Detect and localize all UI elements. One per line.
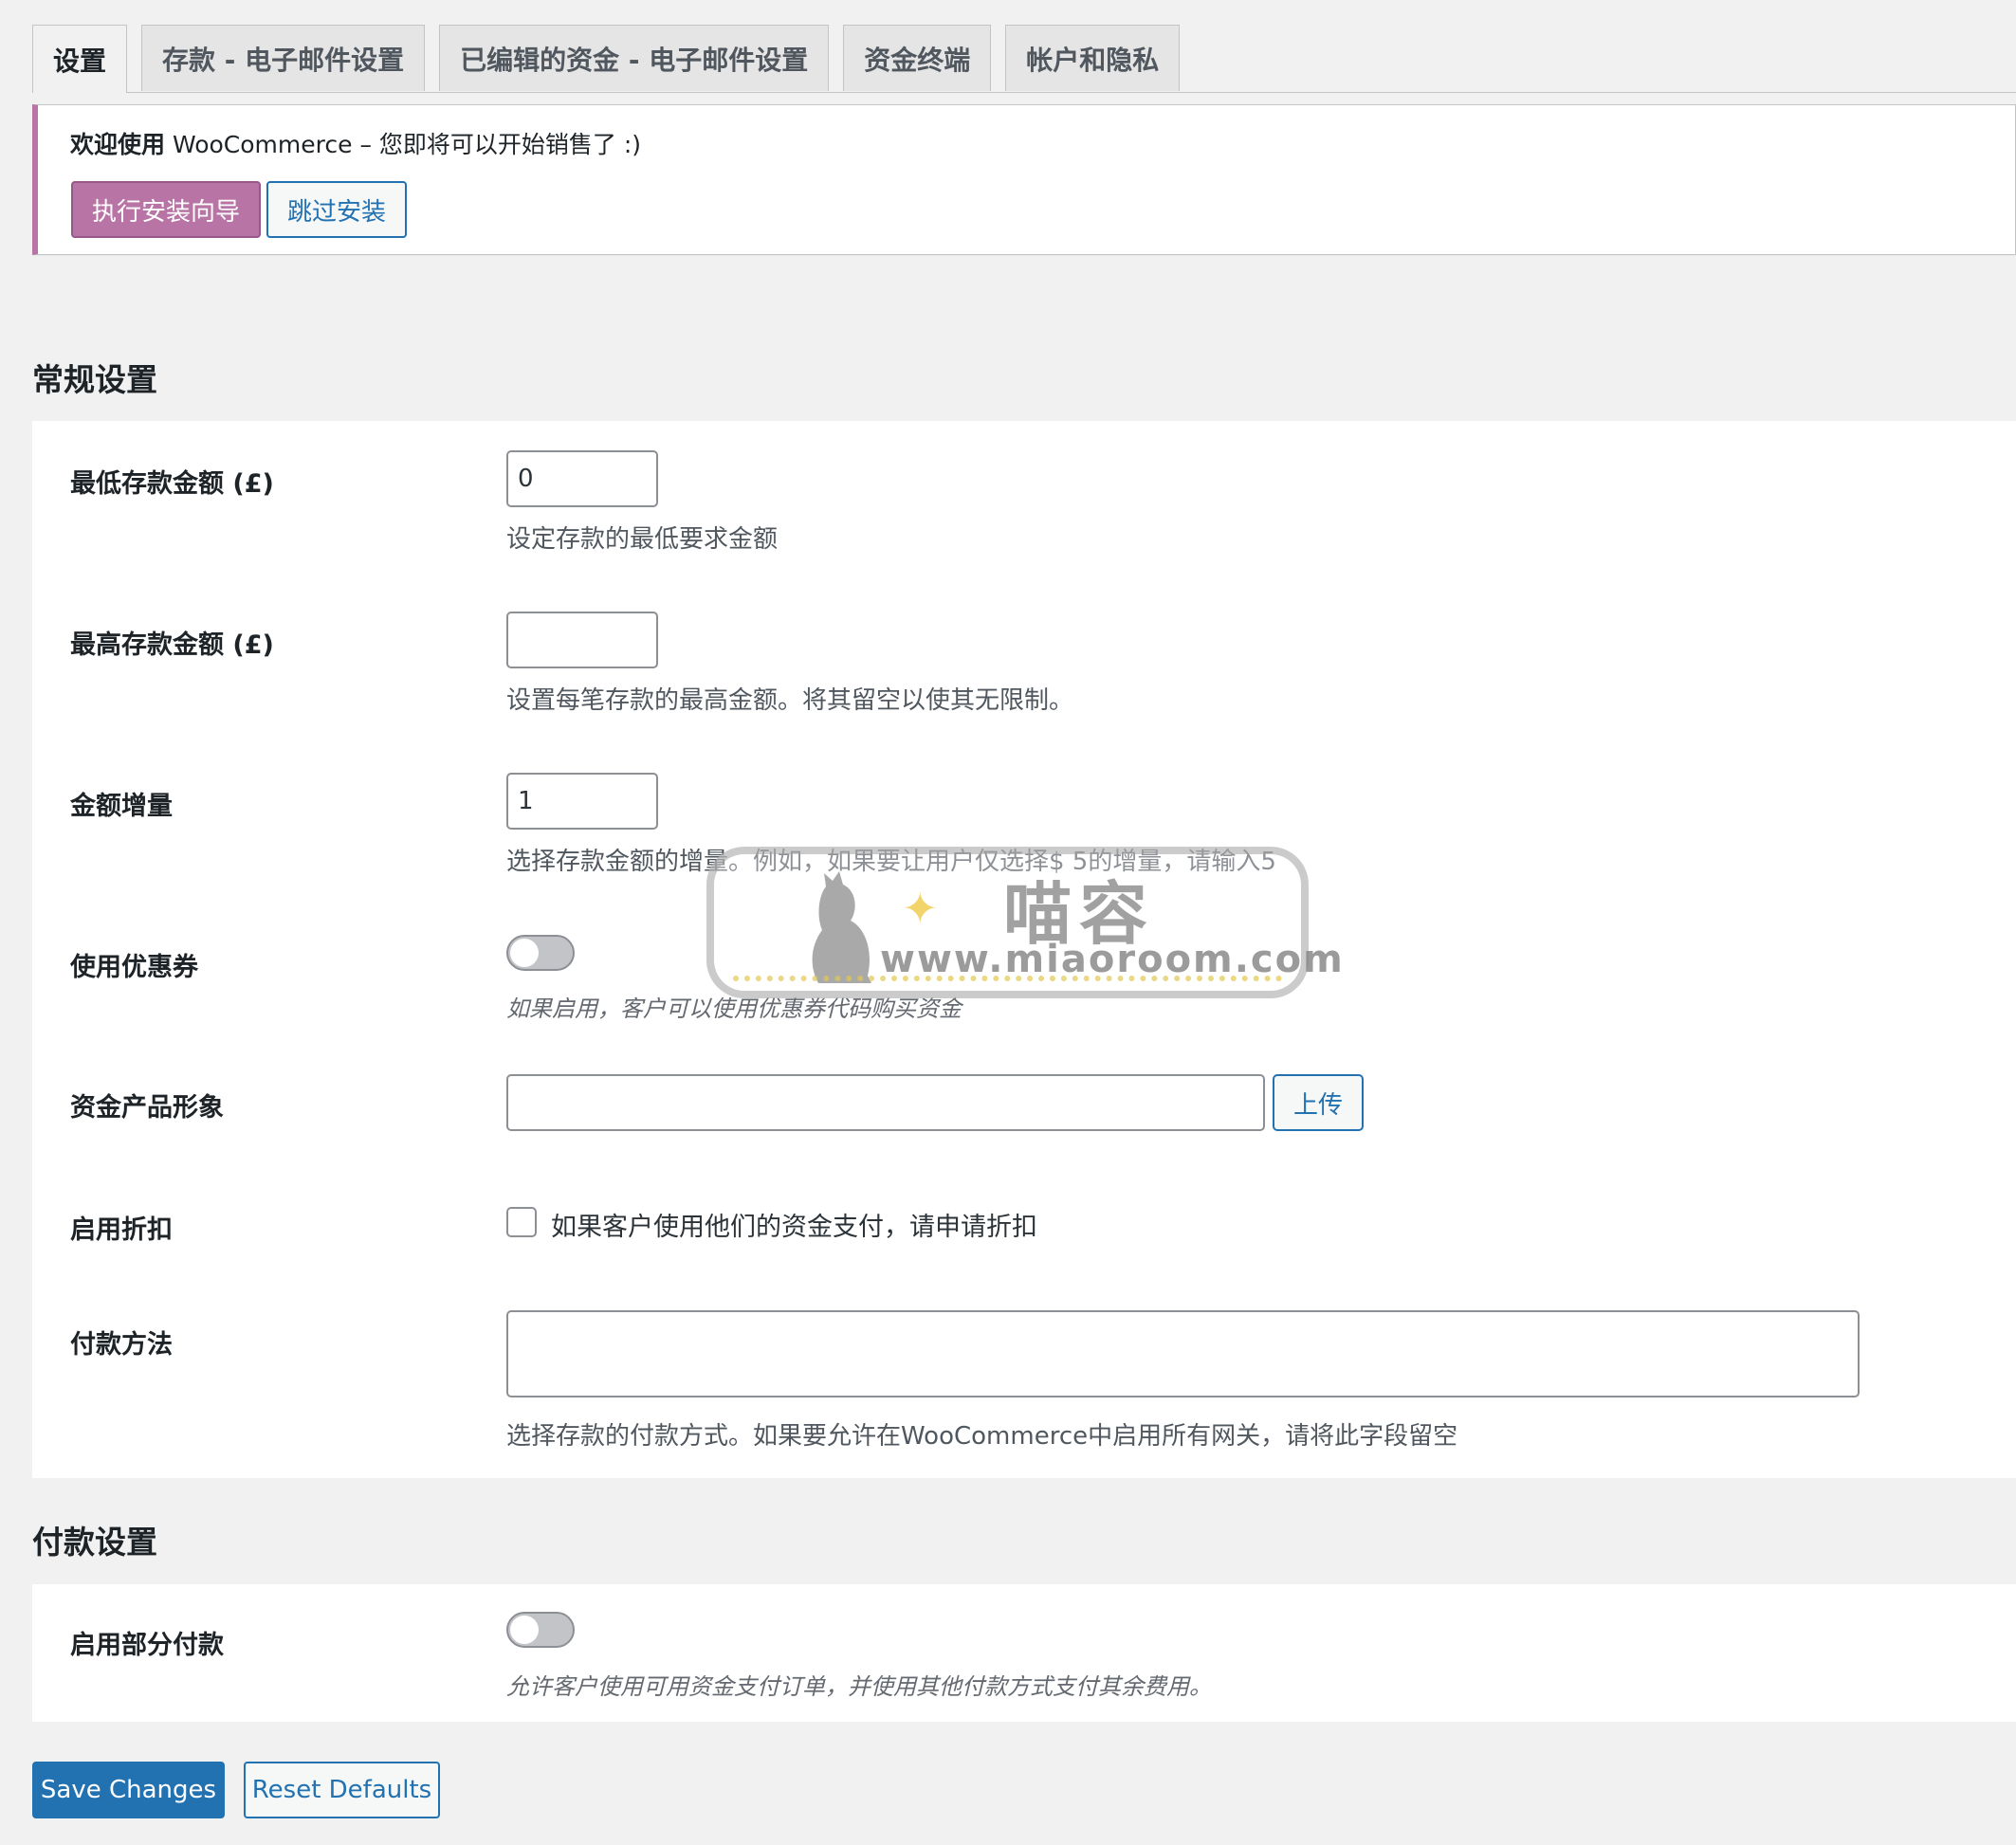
product-image-input[interactable] bbox=[506, 1074, 1265, 1131]
run-setup-wizard-button[interactable]: 执行安装向导 bbox=[71, 181, 261, 238]
partial-payment-toggle[interactable] bbox=[506, 1612, 575, 1648]
coupons-toggle[interactable] bbox=[506, 935, 575, 971]
notice-bold-text: 欢迎使用 bbox=[70, 131, 166, 158]
coupons-description: 如果启用，客户可以使用优惠券代码购买资金 bbox=[506, 996, 962, 1022]
product-image-label: 资金产品形象 bbox=[70, 1093, 224, 1123]
reset-defaults-button[interactable]: Reset Defaults bbox=[244, 1762, 440, 1818]
payment-settings-title: 付款设置 bbox=[32, 1524, 157, 1561]
min-deposit-description: 设定存款的最低要求金额 bbox=[506, 525, 779, 554]
payment-settings-panel: 启用部分付款 允许客户使用可用资金支付订单，并使用其他付款方式支付其余费用。 bbox=[32, 1584, 2016, 1722]
skip-setup-button[interactable]: 跳过安装 bbox=[266, 181, 407, 238]
increment-label: 金额增量 bbox=[70, 792, 173, 821]
toggle-knob bbox=[510, 939, 539, 967]
tab-funds-terminal[interactable]: 资金终端 bbox=[843, 25, 992, 91]
min-deposit-label: 最低存款金额 (£) bbox=[70, 469, 274, 499]
max-deposit-label: 最高存款金额 (£) bbox=[70, 630, 274, 660]
settings-page: 设置 存款 - 电子邮件设置 已编辑的资金 - 电子邮件设置 资金终端 帐户和隐… bbox=[0, 0, 2016, 1845]
discount-label: 启用折扣 bbox=[70, 1215, 173, 1245]
notice-text: WooCommerce – 您即将可以开始销售了 :) bbox=[165, 131, 642, 158]
discount-checkbox-label: 如果客户使用他们的资金支付，请申请折扣 bbox=[551, 1213, 1037, 1242]
tab-edited-funds-email[interactable]: 已编辑的资金 - 电子邮件设置 bbox=[439, 25, 830, 91]
general-settings-title: 常规设置 bbox=[32, 361, 157, 398]
notice-message: 欢迎使用 WooCommerce – 您即将可以开始销售了 :) bbox=[70, 126, 641, 160]
toggle-knob bbox=[510, 1616, 539, 1644]
general-settings-panel: 最低存款金额 (£) 0 设定存款的最低要求金额 最高存款金额 (£) 设置每笔… bbox=[32, 421, 2016, 1478]
min-deposit-input[interactable]: 0 bbox=[506, 450, 658, 507]
max-deposit-input[interactable] bbox=[506, 612, 658, 668]
discount-checkbox[interactable] bbox=[506, 1207, 537, 1237]
payment-methods-select[interactable] bbox=[506, 1310, 1860, 1397]
payment-methods-label: 付款方法 bbox=[70, 1330, 173, 1360]
tab-account-privacy[interactable]: 帐户和隐私 bbox=[1005, 25, 1181, 91]
upload-button[interactable]: 上传 bbox=[1273, 1074, 1364, 1131]
settings-tabs: 设置 存款 - 电子邮件设置 已编辑的资金 - 电子邮件设置 资金终端 帐户和隐… bbox=[32, 25, 1181, 93]
save-changes-button[interactable]: Save Changes bbox=[32, 1762, 225, 1818]
increment-input[interactable]: 1 bbox=[506, 773, 658, 830]
welcome-notice: 欢迎使用 WooCommerce – 您即将可以开始销售了 :) 执行安装向导 … bbox=[32, 104, 2016, 255]
increment-description: 选择存款金额的增量。例如，如果要让用户仅选择$ 5的增量，请输入5 bbox=[506, 848, 1276, 876]
tab-deposit-email[interactable]: 存款 - 电子邮件设置 bbox=[141, 25, 426, 91]
partial-payment-description: 允许客户使用可用资金支付订单，并使用其他付款方式支付其余费用。 bbox=[506, 1673, 1212, 1700]
coupons-label: 使用优惠券 bbox=[70, 953, 198, 982]
max-deposit-description: 设置每笔存款的最高金额。将其留空以使其无限制。 bbox=[506, 686, 1074, 715]
tabs-divider bbox=[32, 92, 2016, 93]
tab-settings[interactable]: 设置 bbox=[32, 25, 128, 93]
partial-payment-label: 启用部分付款 bbox=[70, 1631, 224, 1660]
payment-methods-description: 选择存款的付款方式。如果要允许在WooCommerce中启用所有网关，请将此字段… bbox=[506, 1422, 1458, 1451]
